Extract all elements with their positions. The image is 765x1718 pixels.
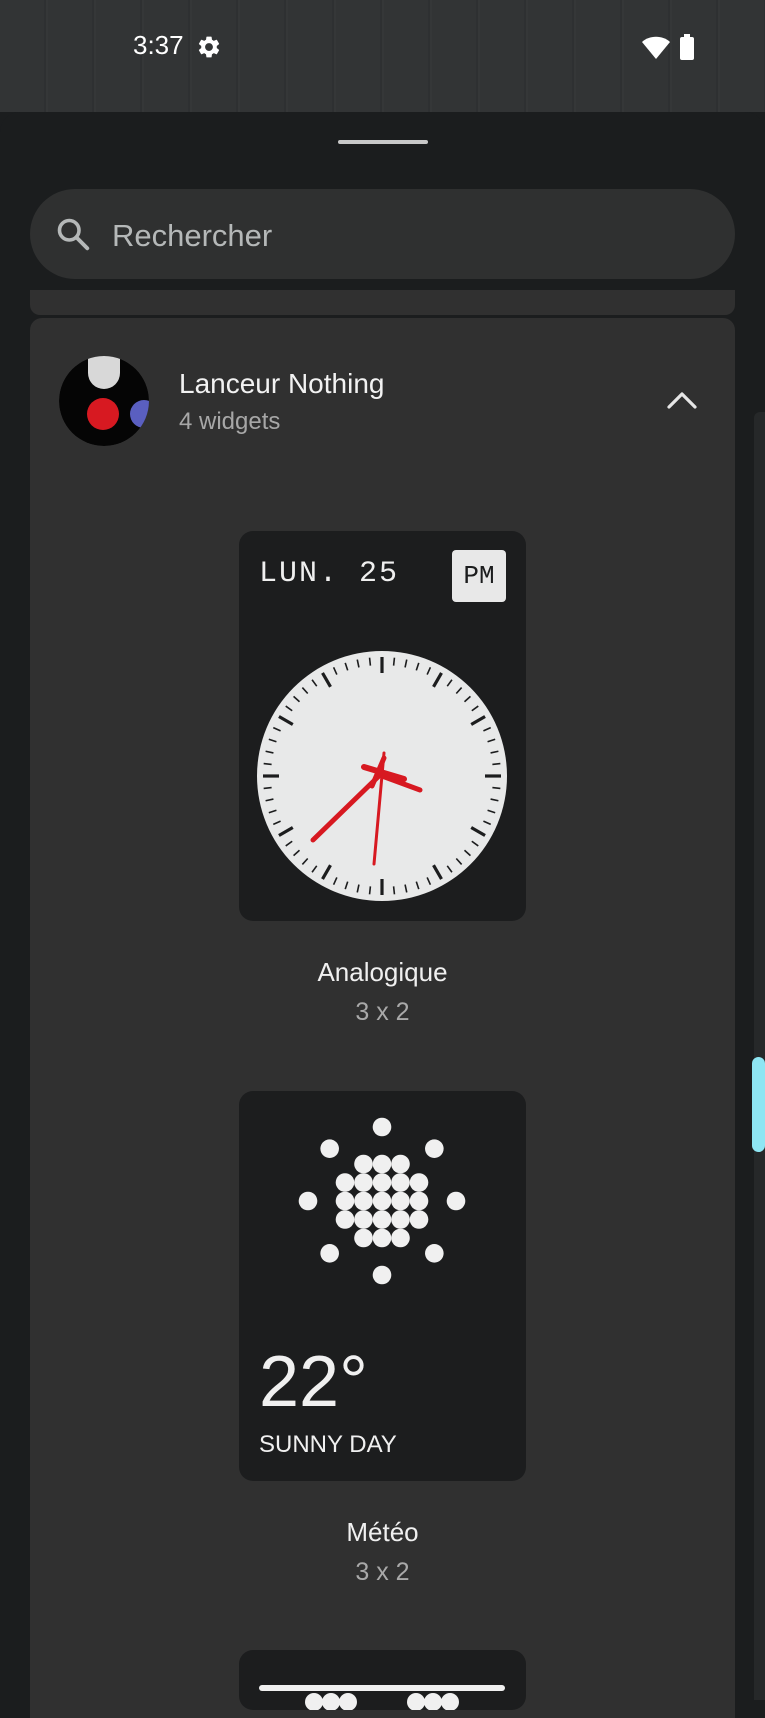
sun-dot [354,1154,373,1174]
drag-handle[interactable] [338,140,428,144]
sun-ray-dot [298,1191,318,1211]
sun-dot [372,1228,392,1248]
nothing-launcher-app-icon [59,356,149,446]
sun-dot [391,1191,410,1211]
scrollbar-thumb[interactable] [752,1057,765,1152]
status-time: 3:37 [133,30,184,60]
sun-dot [335,1191,355,1211]
widget-label-weather: Météo 3 x 2 [239,1517,526,1587]
dot-pattern-icon [305,1693,459,1710]
widget-name: Analogique [317,957,448,987]
gear-icon [198,36,220,58]
sun-ray-dot [446,1191,466,1211]
sun-dot [354,1173,373,1192]
sun-dot [391,1154,410,1174]
clock-tick [263,762,272,766]
clock-tick [492,762,501,766]
clock-tick [392,886,396,895]
sun-dot [354,1228,373,1248]
sun-dot [372,1173,392,1192]
sun-ray-dot [320,1139,339,1158]
search-icon [57,218,90,251]
scrollbar-track[interactable] [754,412,765,1700]
clock-tick [492,786,501,790]
widget-preview-analog-clock[interactable]: LUN. 25 PM [239,531,526,921]
sun-dot [354,1191,373,1211]
sun-icon [298,1117,466,1285]
sun-dot [409,1191,429,1211]
search-input[interactable]: Rechercher [112,218,272,254]
widget-size: 3 x 2 [355,1558,410,1586]
clock-tick [368,657,372,666]
app-group-widget-count: 4 widgets [179,408,281,435]
status-bar: 3:37 [0,0,765,112]
sun-ray-dot [372,1117,392,1137]
sun-dot [391,1210,410,1229]
sun-dot [372,1154,392,1174]
widget-size: 3 x 2 [355,998,410,1026]
battery-icon [680,34,694,60]
sun-dot [354,1210,373,1229]
widget-preview-weather[interactable]: 22° SUNNY DAY [239,1091,526,1481]
sun-dot [372,1191,392,1211]
chevron-up-icon[interactable] [664,385,700,415]
sun-dot [391,1228,410,1248]
sun-dot [335,1173,355,1192]
widget-label-analog: Analogique 3 x 2 [239,957,526,1027]
sun-dot [409,1173,429,1192]
sun-dot [372,1210,392,1229]
clock-date: LUN. 25 [259,557,400,591]
widget-preview-partial[interactable] [239,1650,526,1710]
clock-tick [263,786,272,790]
wifi-icon [642,36,670,59]
app-group-title: Lanceur Nothing [179,368,385,399]
weather-temperature: 22° [259,1342,368,1422]
previous-app-card[interactable] [30,290,735,315]
sun-ray-dot [425,1244,444,1263]
sun-dot [391,1173,410,1192]
weather-condition: SUNNY DAY [259,1431,397,1458]
sun-ray-dot [320,1244,339,1263]
sun-ray-dot [425,1139,444,1158]
widget-name: Météo [346,1517,419,1547]
ampm-badge: PM [452,550,506,602]
clock-tick [392,657,396,666]
sun-dot [335,1210,355,1229]
sun-ray-dot [372,1265,392,1285]
analog-clock-face [257,651,507,901]
sun-dot [409,1210,429,1229]
clock-tick [368,886,372,895]
